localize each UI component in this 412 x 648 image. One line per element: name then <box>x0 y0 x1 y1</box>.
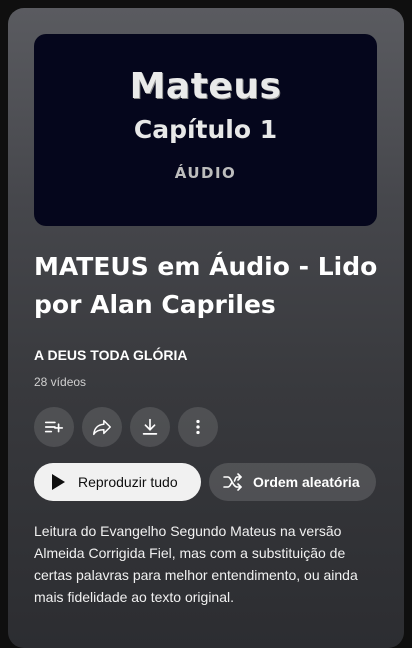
more-options-button[interactable] <box>178 407 218 447</box>
more-vert-icon <box>196 419 200 435</box>
thumbnail-chapter: Capítulo 1 <box>133 115 278 144</box>
download-button[interactable] <box>130 407 170 447</box>
video-count: 28 vídeos <box>34 375 87 389</box>
share-icon <box>93 419 111 436</box>
shuffle-label: Ordem aleatória <box>253 474 360 490</box>
download-icon <box>142 418 158 435</box>
add-to-queue-icon <box>44 421 64 433</box>
shuffle-button[interactable]: Ordem aleatória <box>209 463 376 501</box>
playlist-description: Leitura do Evangelho Segundo Mateus na v… <box>34 523 358 605</box>
playlist-title: MATEUS em Áudio - Lido por Alan Capriles <box>34 252 378 319</box>
playlist-header-panel: Mateus Capítulo 1 ÁUDIO MATEUS em Áudio … <box>8 8 404 648</box>
play-icon <box>52 474 65 490</box>
play-all-button[interactable]: Reproduzir tudo <box>34 463 201 501</box>
save-to-library-button[interactable] <box>34 407 74 447</box>
playlist-action-icons <box>34 407 218 447</box>
channel-name[interactable]: A DEUS TODA GLÓRIA <box>34 347 188 363</box>
thumbnail-title: Mateus <box>129 66 282 107</box>
playback-buttons: Reproduzir tudo Ordem aleatória <box>34 463 376 501</box>
share-button[interactable] <box>82 407 122 447</box>
shuffle-icon <box>223 473 242 491</box>
play-all-label: Reproduzir tudo <box>78 474 178 490</box>
thumbnail-label: ÁUDIO <box>174 164 237 182</box>
playlist-thumbnail[interactable]: Mateus Capítulo 1 ÁUDIO <box>34 34 377 226</box>
